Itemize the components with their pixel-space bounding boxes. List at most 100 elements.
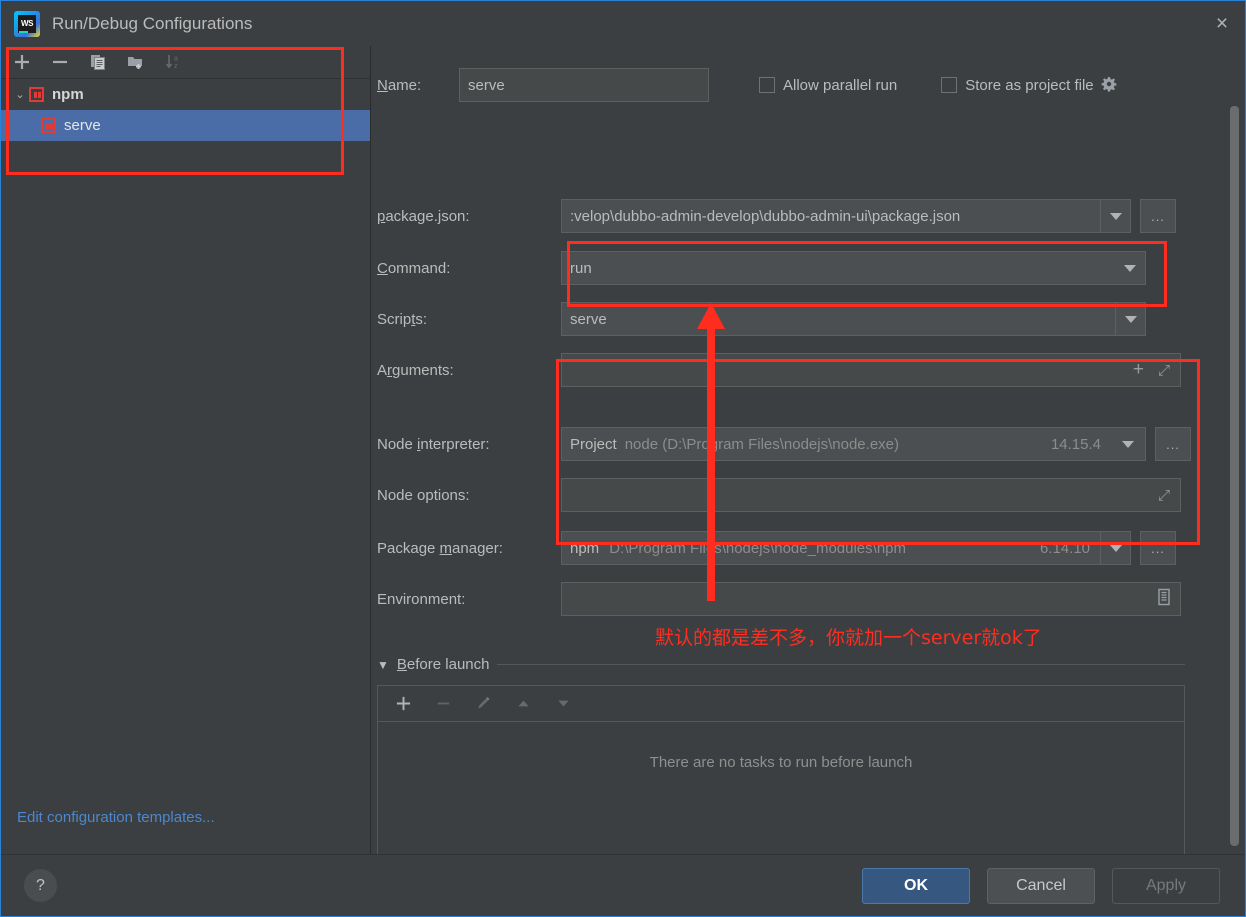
chevron-down-icon[interactable] [1115,303,1145,335]
node-interpreter-scope: Project [570,435,617,453]
package-manager-name: npm [570,539,600,557]
package-manager-path: D:\Program Files\nodejs\node_modules\npm [609,539,907,557]
chevron-down-icon[interactable] [1100,200,1130,232]
edit-configuration-templates-link[interactable]: Edit configuration templates... [17,809,215,826]
package-json-value: :velop\dubbo-admin-develop\dubbo-admin-u… [570,207,961,225]
add-configuration-button[interactable] [11,51,33,73]
configurations-tree: ⌄ npm serve [1,79,370,141]
npm-icon [41,118,56,133]
move-task-up-button[interactable] [512,693,534,715]
before-launch-task-list: There are no tasks to run before launch [377,685,1185,854]
node-options-input[interactable]: ⤢ [561,478,1181,512]
section-divider [497,664,1185,665]
store-as-project-file-row[interactable]: Store as project file [941,76,1117,94]
gear-icon[interactable] [1100,76,1118,94]
package-json-browse-button[interactable]: ... [1140,199,1176,233]
scripts-combo[interactable]: serve [561,302,1146,336]
dialog-body: a z ⌄ npm serve Edit configuration templ [1,46,1245,854]
configuration-form-panel: NName:ame: serve Allow parallel run Stor… [371,46,1245,854]
svg-text:a: a [174,56,178,63]
scripts-row: Scripts: serve [371,302,1245,336]
help-button[interactable]: ? [24,869,57,902]
before-launch-empty-text: There are no tasks to run before launch [649,754,913,771]
package-manager-label: Package manager: [377,539,503,557]
allow-parallel-run-row[interactable]: Allow parallel run [759,77,897,94]
chevron-down-icon[interactable]: ⌄ [11,88,29,101]
move-task-down-button[interactable] [552,693,574,715]
dialog-title: Run/Debug Configurations [52,13,253,33]
node-interpreter-label: Node interpreter: [377,435,490,453]
environment-label: Environment: [377,590,466,608]
tree-group-npm[interactable]: ⌄ npm [1,79,370,110]
form-scrollbar[interactable] [1230,106,1239,854]
chevron-down-icon[interactable] [1100,532,1130,564]
chevron-down-icon[interactable] [1115,252,1145,284]
scripts-label: Scripts: [377,310,428,328]
node-interpreter-row: Node interpreter: Project node (D:\Progr… [371,427,1245,461]
svg-text:z: z [174,63,178,70]
apply-button[interactable]: Apply [1112,867,1220,904]
chevron-down-icon[interactable] [1111,428,1145,460]
environment-variables-icon[interactable] [1156,588,1172,610]
node-options-row: Node options: ⤢ [371,478,1245,512]
remove-configuration-button[interactable] [49,51,71,73]
command-label: Command: [377,259,451,277]
title-bar: WS Run/Debug Configurations × [1,1,1245,46]
node-interpreter-version: 14.15.4 [1050,435,1101,453]
tree-item-label: serve [64,117,101,134]
configurations-panel: a z ⌄ npm serve Edit configuration templ [1,46,371,854]
copy-configuration-button[interactable] [87,51,109,73]
run-debug-configurations-dialog: WS Run/Debug Configurations × a z ⌄ npm … [0,0,1246,917]
package-manager-version: 6.14.10 [1039,539,1090,557]
ok-button[interactable]: OK [862,867,970,904]
package-manager-browse-button[interactable]: ... [1140,531,1176,565]
allow-parallel-run-checkbox[interactable] [759,77,775,93]
npm-icon [29,87,44,102]
command-combo[interactable]: run [561,251,1146,285]
before-launch-section: ▼ Before launch There are no tasks to ru… [377,656,1185,854]
expand-editor-icon[interactable]: ⤢ [1158,362,1170,379]
webstorm-logo-icon: WS [14,10,40,37]
command-value: run [570,259,592,277]
cancel-button[interactable]: Cancel [987,867,1095,904]
before-launch-toolbar [378,686,1184,722]
add-task-button[interactable] [392,693,414,715]
name-row: NName:ame: serve Allow parallel run Stor… [371,68,1245,102]
package-manager-combo[interactable]: npm D:\Program Files\nodejs\node_modules… [561,531,1131,565]
node-interpreter-combo[interactable]: Project node (D:\Program Files\nodejs\no… [561,427,1146,461]
close-icon[interactable]: × [1199,1,1245,46]
allow-parallel-run-label: Allow parallel run [783,76,898,94]
tree-item-serve[interactable]: serve [1,110,370,141]
node-interpreter-path: node (D:\Program Files\nodejs\node.exe) [624,435,899,453]
store-as-project-file-label: Store as project file [965,76,1094,94]
command-row: Command: run [371,251,1245,285]
before-launch-header[interactable]: ▼ Before launch [377,656,1185,673]
expand-editor-icon[interactable]: ⤢ [1158,487,1170,504]
add-argument-icon[interactable]: + [1133,359,1144,381]
arguments-label: Arguments: [377,361,454,379]
package-json-row: package.json: :velop\dubbo-admin-develop… [371,199,1245,233]
before-launch-title: Before launch [396,656,490,673]
package-manager-row: Package manager: npm D:\Program Files\no… [371,531,1245,565]
environment-input[interactable] [561,582,1181,616]
configurations-toolbar: a z [1,46,370,79]
tree-group-label: npm [52,86,84,103]
dialog-buttons: OK Cancel Apply [862,867,1220,904]
scripts-value: serve [570,310,607,328]
remove-task-button[interactable] [432,693,454,715]
webstorm-logo-bar [19,30,28,33]
store-as-project-file-checkbox[interactable] [941,77,958,93]
arguments-row: Arguments: + ⤢ [371,353,1245,387]
new-folder-button[interactable] [125,51,147,73]
package-json-label: package.json: [377,207,470,225]
arguments-input[interactable]: + ⤢ [561,353,1181,387]
edit-task-button[interactable] [472,693,494,715]
node-interpreter-browse-button[interactable]: ... [1155,427,1191,461]
dialog-footer: ? OK Cancel Apply [1,854,1245,916]
form-scrollbar-thumb[interactable] [1230,106,1239,846]
collapse-triangle-icon[interactable]: ▼ [377,658,389,672]
node-options-label: Node options: [377,486,470,504]
name-input[interactable]: serve [459,68,709,102]
package-json-combo[interactable]: :velop\dubbo-admin-develop\dubbo-admin-u… [561,199,1131,233]
sort-alphabetically-button[interactable]: a z [163,51,185,73]
